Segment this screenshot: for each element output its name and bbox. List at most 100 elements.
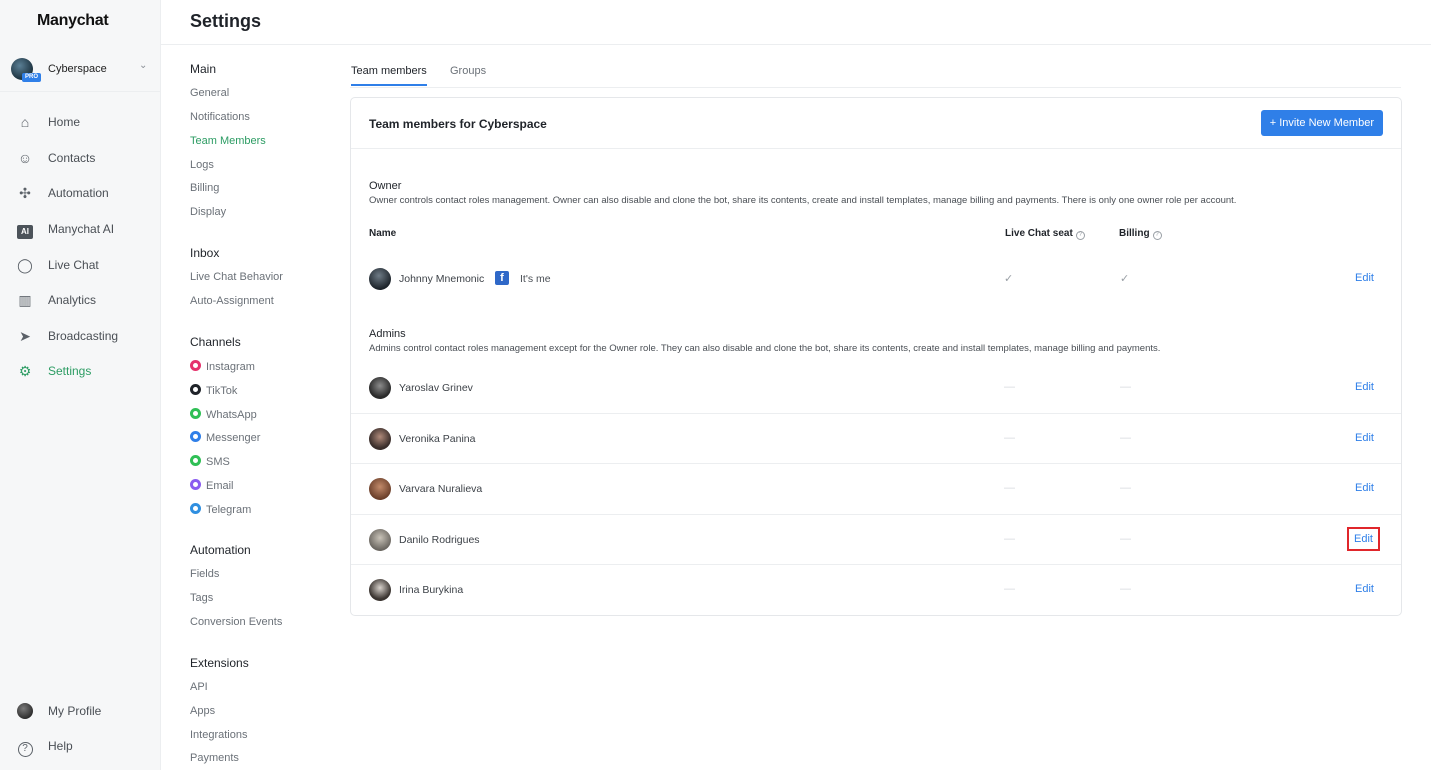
submenu-item-integrations[interactable]: Integrations: [190, 729, 247, 741]
billing-dash: —: [1120, 533, 1131, 545]
tab-groups[interactable]: Groups: [450, 65, 486, 84]
live-chat-seat-dash: —: [1004, 583, 1015, 595]
avatar: [369, 529, 391, 551]
submenu-item-auto-assignment[interactable]: Auto-Assignment: [190, 295, 274, 307]
submenu-item-logs[interactable]: Logs: [190, 159, 214, 171]
sidebar-item-label: Home: [48, 115, 81, 129]
sidebar-item-home[interactable]: ⌂ Home: [0, 107, 160, 137]
sidebar-item-analytics[interactable]: ▥ Analytics: [0, 285, 160, 315]
submenu-item-telegram[interactable]: Telegram: [190, 503, 251, 516]
sidebar: Manychat PRO Cyberspace ⌄ ⌂ Home ☺ Conta…: [0, 0, 161, 770]
home-icon: ⌂: [20, 114, 30, 130]
owner-role-description: Owner controls contact roles management.…: [369, 195, 1237, 206]
sidebar-item-label: Broadcasting: [48, 329, 119, 343]
sms-icon: [190, 455, 201, 466]
sidebar-item-my-profile[interactable]: My Profile: [0, 696, 160, 726]
sidebar-item-contacts[interactable]: ☺ Contacts: [0, 143, 160, 173]
admins-role-description: Admins control contact roles management …: [369, 343, 1161, 354]
submenu-item-team-members[interactable]: Team Members: [190, 135, 266, 147]
avatar: [369, 428, 391, 450]
instagram-icon: [190, 360, 201, 371]
submenu-item-tiktok[interactable]: TikTok: [190, 384, 237, 397]
submenu-item-conversion-events[interactable]: Conversion Events: [190, 616, 282, 628]
submenu-item-whatsapp[interactable]: WhatsApp: [190, 408, 257, 421]
tab-team-members[interactable]: Team members: [351, 65, 427, 86]
live-chat-seat-check: ✓: [1004, 273, 1014, 285]
submenu-item-apps[interactable]: Apps: [190, 705, 215, 717]
submenu-item-email[interactable]: Email: [190, 479, 234, 492]
sidebar-item-automation[interactable]: ✣ Automation: [0, 178, 160, 208]
submenu-section-automation: Automation: [190, 543, 251, 557]
column-header-name: Name: [369, 228, 397, 239]
automation-icon: ✣: [19, 185, 31, 201]
submenu-item-instagram[interactable]: Instagram: [190, 360, 255, 373]
submenu-item-notifications[interactable]: Notifications: [190, 111, 250, 123]
submenu-section-extensions: Extensions: [190, 656, 249, 670]
help-icon: ?: [16, 737, 34, 757]
chat-icon: ◯: [17, 257, 33, 273]
account-switcher[interactable]: PRO Cyberspace ⌄: [0, 48, 160, 92]
owner-role-title: Owner: [369, 180, 402, 192]
member-name: Irina Burykina: [399, 584, 464, 596]
submenu-item-api[interactable]: API: [190, 681, 208, 693]
sidebar-item-manychat-ai[interactable]: AI Manychat AI: [0, 214, 160, 244]
table-row: Danilo Rodrigues — — Edit: [351, 514, 1401, 564]
edit-link[interactable]: Edit: [1355, 482, 1374, 494]
submenu-item-payments[interactable]: Payments: [190, 752, 239, 764]
account-name: Cyberspace: [48, 63, 107, 75]
submenu-item-live-chat-behavior[interactable]: Live Chat Behavior: [190, 271, 283, 283]
profile-avatar-icon: [16, 702, 34, 720]
sidebar-item-label: My Profile: [48, 704, 102, 718]
edit-link[interactable]: Edit: [1355, 432, 1374, 444]
member-name: Danilo Rodrigues: [399, 534, 480, 546]
app-root: Manychat PRO Cyberspace ⌄ ⌂ Home ☺ Conta…: [0, 0, 1431, 770]
edit-link[interactable]: Edit: [1347, 527, 1380, 551]
avatar: [369, 377, 391, 399]
sidebar-item-label: Settings: [48, 364, 92, 378]
help-icon[interactable]: ?: [1075, 231, 1085, 240]
whatsapp-icon: [190, 408, 201, 419]
sidebar-item-settings[interactable]: ⚙ Settings: [0, 356, 160, 386]
submenu-item-billing[interactable]: Billing: [190, 182, 219, 194]
sidebar-item-label: Help: [48, 739, 73, 753]
submenu-item-fields[interactable]: Fields: [190, 568, 219, 580]
edit-link[interactable]: Edit: [1355, 583, 1374, 595]
send-icon: ➤: [19, 328, 31, 344]
submenu-item-general[interactable]: General: [190, 87, 229, 99]
analytics-icon: ▥: [18, 292, 32, 308]
avatar: [369, 478, 391, 500]
table-row: Varvara Nuralieva — — Edit: [351, 463, 1401, 513]
live-chat-seat-dash: —: [1004, 482, 1015, 494]
billing-check: ✓: [1120, 273, 1130, 285]
submenu-item-messenger[interactable]: Messenger: [190, 431, 260, 444]
help-icon[interactable]: ?: [1152, 231, 1162, 240]
live-chat-seat-dash: —: [1004, 381, 1015, 393]
submenu-item-display[interactable]: Display: [190, 206, 226, 218]
tiktok-icon: [190, 384, 201, 395]
billing-dash: —: [1120, 432, 1131, 444]
invite-new-member-button[interactable]: + Invite New Member: [1260, 110, 1383, 136]
sidebar-item-label: Manychat AI: [48, 222, 115, 236]
submenu-section-channels: Channels: [190, 335, 241, 349]
pro-badge: PRO: [22, 73, 41, 82]
manychat-logo[interactable]: Manychat: [37, 12, 109, 30]
admins-role-title: Admins: [369, 328, 406, 340]
chevron-down-icon: ⌄: [139, 60, 148, 71]
submenu-section-inbox: Inbox: [190, 246, 220, 260]
sidebar-item-broadcasting[interactable]: ➤ Broadcasting: [0, 321, 160, 351]
sidebar-item-live-chat[interactable]: ◯ Live Chat: [0, 250, 160, 280]
table-row: Johnny Mnemonic f It's me ✓ ✓ Edit: [351, 254, 1401, 304]
edit-link[interactable]: Edit: [1355, 381, 1374, 393]
tabs-divider: [350, 87, 1401, 88]
sidebar-item-help[interactable]: ? Help: [0, 731, 160, 761]
page-title: Settings: [190, 11, 262, 31]
member-name: Veronika Panina: [399, 433, 476, 445]
edit-link[interactable]: Edit: [1355, 272, 1374, 284]
submenu-item-tags[interactable]: Tags: [190, 592, 213, 604]
sidebar-item-label: Live Chat: [48, 258, 99, 272]
user-icon: ☺: [17, 150, 33, 166]
submenu-item-sms[interactable]: SMS: [190, 455, 230, 468]
table-row: Yaroslav Grinev — — Edit: [351, 363, 1401, 413]
table-row: Veronika Panina — — Edit: [351, 413, 1401, 463]
sidebar-item-label: Automation: [48, 186, 109, 200]
